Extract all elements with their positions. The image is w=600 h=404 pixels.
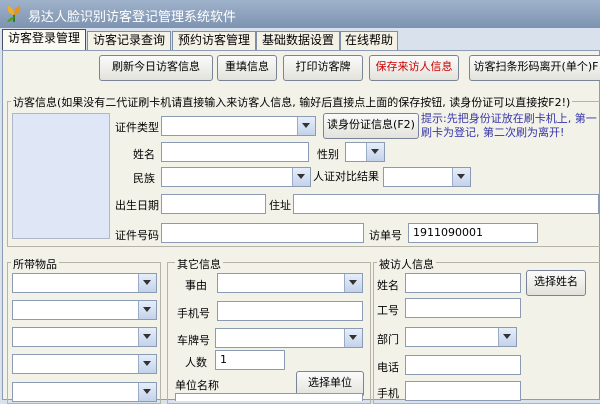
visitor-photo: [12, 113, 110, 239]
reason-label: 事由: [185, 279, 207, 292]
face-compare-select[interactable]: [383, 167, 471, 187]
chevron-down-icon[interactable]: [138, 328, 156, 346]
mobile-label: 手机: [377, 387, 399, 400]
mobile-field[interactable]: [405, 381, 521, 401]
select-name-button[interactable]: 选择姓名: [526, 270, 586, 296]
visitor-login-panel: 刷新今日访客信息 重填信息 打印访客牌 保存来访人信息 访客扫条形码离开(单个)…: [2, 50, 600, 404]
employee-no-field[interactable]: [405, 298, 521, 318]
belongings-select-3[interactable]: [12, 327, 157, 347]
host-info-group-label: 被访人信息: [377, 256, 436, 272]
hint-line-2: 刷卡为登记, 第二次刷为离开!: [421, 126, 565, 139]
title-bar: 易达人脸识别访客登记管理系统软件: [0, 0, 600, 28]
tab-online-help[interactable]: 在线帮助: [340, 31, 398, 50]
refill-button[interactable]: 重填信息: [217, 55, 277, 81]
visit-number-field[interactable]: 1911090001: [408, 223, 538, 243]
chevron-down-icon[interactable]: [366, 143, 384, 161]
chevron-down-icon[interactable]: [344, 274, 362, 292]
visit-number-label: 访单号: [369, 229, 402, 242]
chevron-down-icon[interactable]: [138, 383, 156, 401]
employee-no-label: 工号: [377, 304, 399, 317]
telephone-label: 电话: [377, 361, 399, 374]
name-field[interactable]: [161, 142, 309, 162]
window-title: 易达人脸识别访客登记管理系统软件: [28, 10, 237, 25]
print-badge-button[interactable]: 打印访客牌: [283, 55, 363, 81]
read-id-card-button[interactable]: 读身份证信息(F2): [323, 113, 419, 139]
plate-label: 车牌号: [177, 334, 210, 347]
host-name-field[interactable]: [405, 273, 521, 293]
save-visitor-button[interactable]: 保存来访人信息: [369, 55, 459, 81]
gender-label: 性别: [317, 148, 339, 161]
reason-select[interactable]: [217, 273, 363, 293]
birth-date-label: 出生日期: [115, 199, 159, 212]
gender-select[interactable]: [345, 142, 385, 162]
refresh-today-button[interactable]: 刷新今日访客信息: [99, 55, 213, 81]
chevron-down-icon[interactable]: [138, 274, 156, 292]
ethnicity-label: 民族: [133, 172, 155, 185]
belongings-select-2[interactable]: [12, 300, 157, 320]
telephone-field[interactable]: [405, 355, 521, 375]
ethnicity-select[interactable]: [161, 167, 311, 187]
scan-barcode-exit-button[interactable]: 访客扫条形码离开(单个)F: [469, 55, 600, 81]
plate-select[interactable]: [215, 328, 363, 348]
chevron-down-icon[interactable]: [452, 168, 470, 186]
chevron-down-icon[interactable]: [498, 328, 516, 346]
department-select[interactable]: [405, 327, 517, 347]
unit-name-label: 单位名称: [175, 379, 219, 392]
phone-label: 手机号: [177, 307, 210, 320]
address-field[interactable]: [293, 194, 599, 214]
chevron-down-icon[interactable]: [138, 355, 156, 373]
count-label: 人数: [185, 356, 207, 369]
face-compare-label: 人证对比结果: [313, 170, 379, 183]
other-info-group-label: 其它信息: [175, 256, 223, 272]
department-label: 部门: [377, 333, 399, 346]
chevron-down-icon[interactable]: [297, 117, 315, 135]
belongings-select-5[interactable]: [12, 382, 157, 402]
tab-visitor-records[interactable]: 访客记录查询: [87, 31, 171, 50]
host-name-label: 姓名: [377, 279, 399, 292]
count-field[interactable]: 1: [215, 350, 285, 370]
hint-line-1: 提示:先把身份证放在刷卡机上, 第一: [421, 112, 597, 125]
tab-basic-data[interactable]: 基础数据设置: [256, 31, 340, 50]
id-number-label: 证件号码: [115, 229, 159, 242]
name-label: 姓名: [133, 148, 155, 161]
birth-date-field[interactable]: [161, 194, 266, 214]
phone-field[interactable]: [217, 301, 363, 321]
belongings-select-4[interactable]: [12, 354, 157, 374]
visitor-info-group-label: 访客信息(如果没有二代证刷卡机请直接输入来访客人信息, 输好后直接点上面的保存按…: [11, 94, 573, 110]
tab-appointments[interactable]: 预约访客管理: [172, 31, 256, 50]
belongings-group-label: 所带物品: [11, 256, 59, 272]
id-number-field[interactable]: [161, 223, 364, 243]
chevron-down-icon[interactable]: [292, 168, 310, 186]
address-label: 住址: [269, 199, 291, 212]
tab-visitor-login[interactable]: 访客登录管理: [2, 29, 86, 51]
app-logo-icon: [7, 6, 21, 22]
chevron-down-icon[interactable]: [344, 329, 362, 347]
id-type-label: 证件类型: [115, 121, 159, 134]
id-type-select[interactable]: [161, 116, 316, 136]
belongings-select-1[interactable]: [12, 273, 157, 293]
chevron-down-icon[interactable]: [138, 301, 156, 319]
tab-bar: 访客登录管理 访客记录查询 预约访客管理 基础数据设置 在线帮助: [0, 28, 600, 51]
